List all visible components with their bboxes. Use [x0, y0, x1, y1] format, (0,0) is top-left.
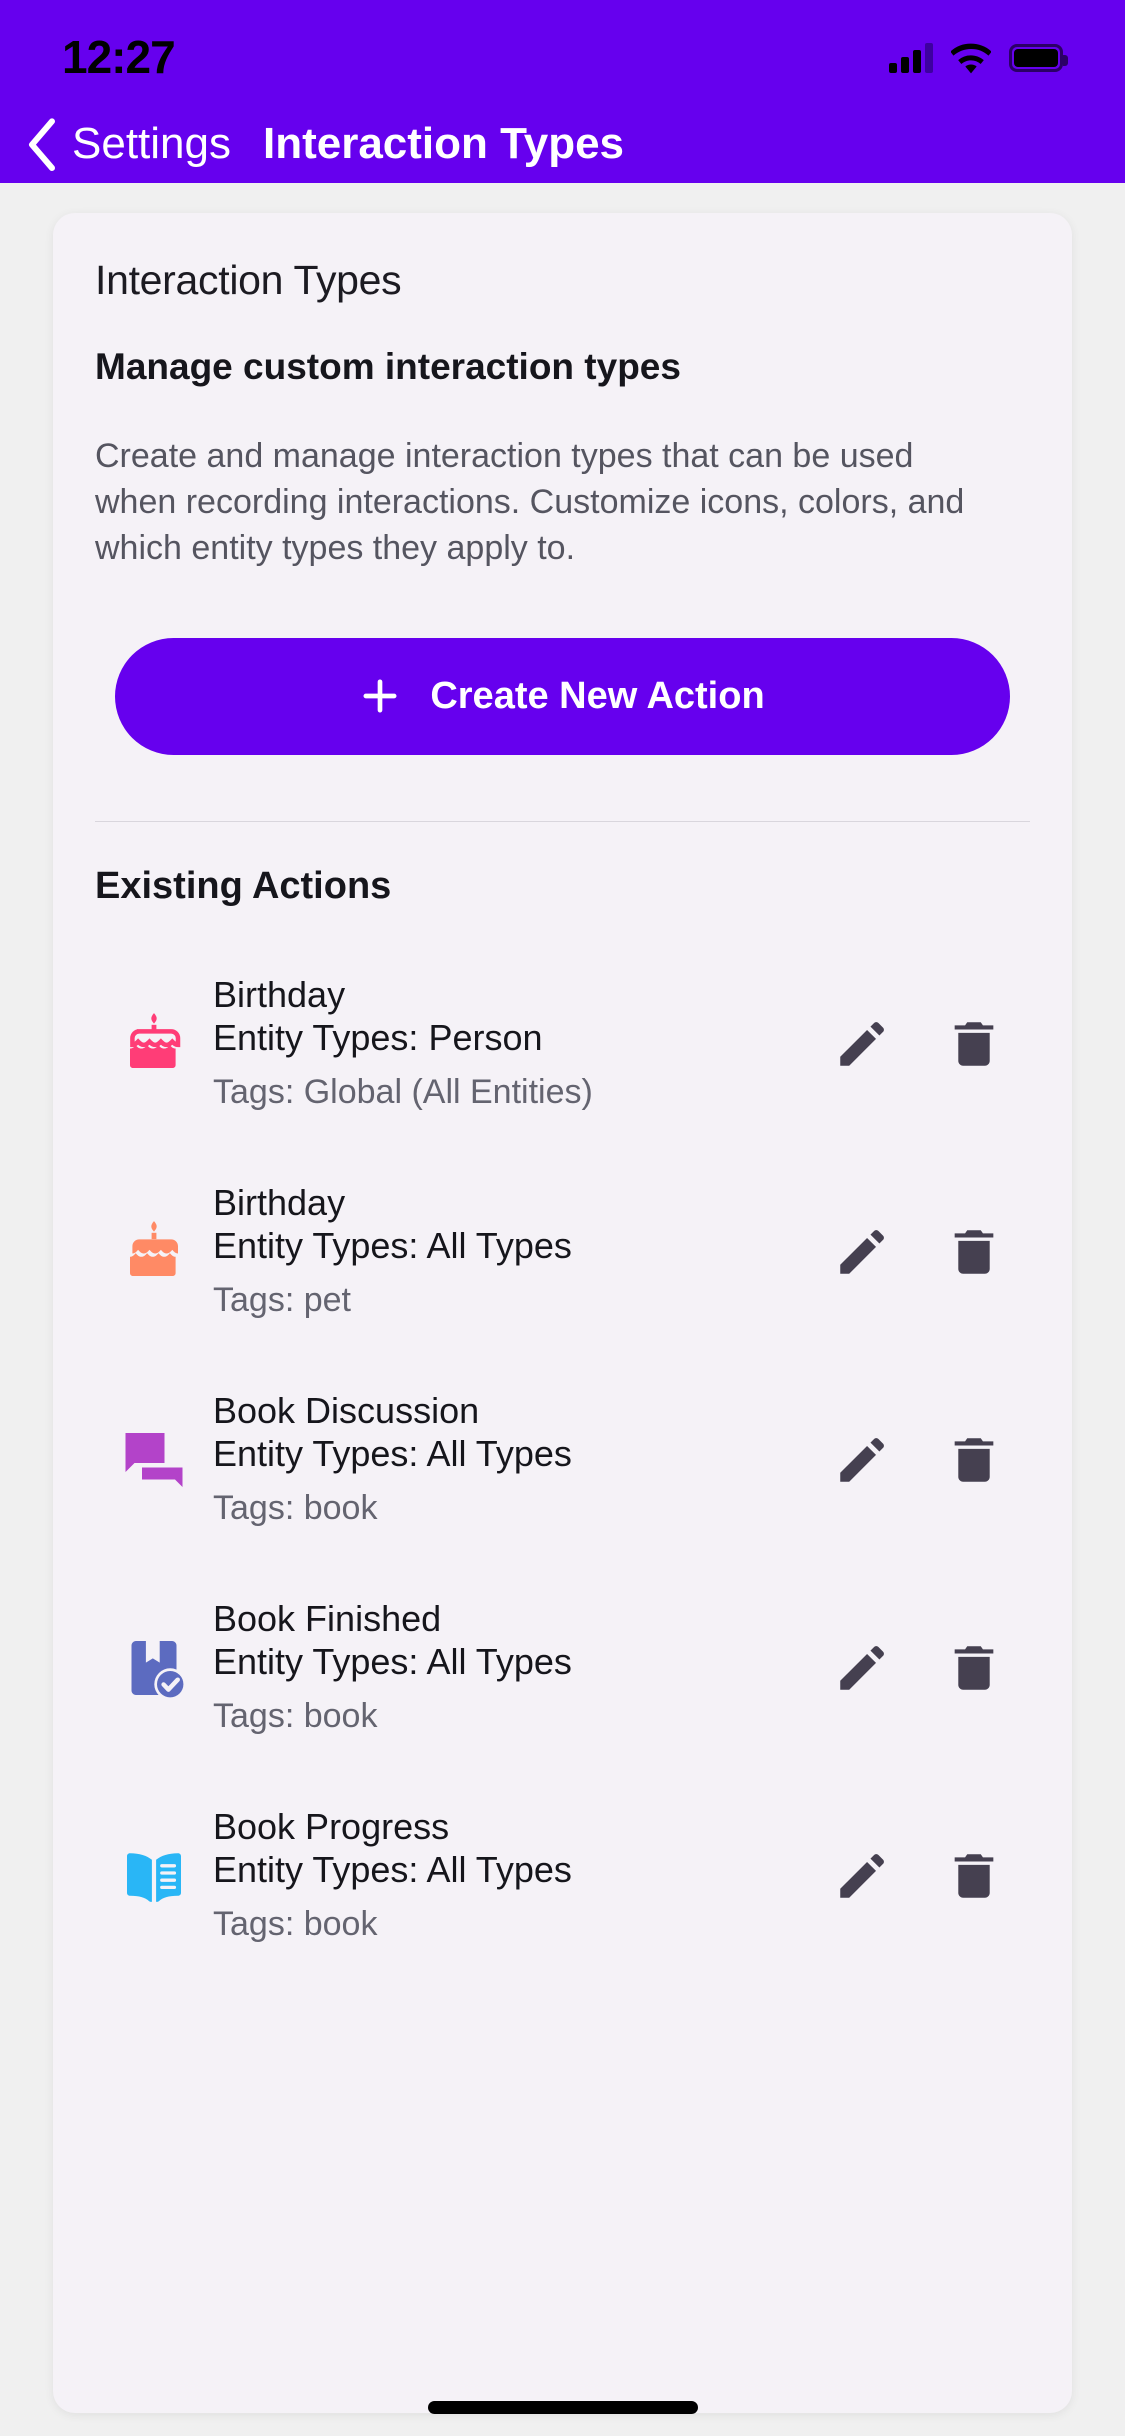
- trash-icon: [945, 1639, 1003, 1697]
- pencil-icon: [833, 1223, 891, 1281]
- action-tags: Tags: book: [213, 1489, 378, 1528]
- plus-icon: [360, 676, 400, 716]
- action-name: Book Finished: [213, 1598, 442, 1640]
- action-name: Birthday: [213, 974, 346, 1016]
- trash-icon: [945, 1223, 1003, 1281]
- status-bar-time: 12:27: [62, 31, 176, 83]
- action-entity-types: Entity Types: All Types: [213, 1224, 572, 1266]
- list-item-text: Book Finished Entity Types: All Types Ta…: [213, 1598, 806, 1737]
- action-tags: Tags: pet: [213, 1281, 351, 1320]
- navigation-bar: Settings Interaction Types: [0, 105, 1125, 183]
- edit-action-button[interactable]: [806, 1404, 918, 1516]
- status-bar: 12:27: [0, 0, 1125, 105]
- pencil-icon: [833, 1847, 891, 1905]
- action-tags: Tags: Global (All Entities): [213, 1073, 593, 1112]
- chevron-left-icon[interactable]: [22, 118, 62, 171]
- bookmark-check-icon: [95, 1632, 213, 1704]
- birthday-cake-icon: [95, 1008, 213, 1080]
- action-entity-types: Entity Types: All Types: [213, 1640, 572, 1682]
- action-name: Book Progress: [213, 1806, 450, 1848]
- delete-action-button[interactable]: [918, 1820, 1030, 1932]
- card-title: Interaction Types: [95, 257, 402, 303]
- create-new-action-label: Create New Action: [430, 674, 765, 717]
- list-item-actions: [806, 1612, 1030, 1724]
- action-entity-types: Entity Types: Person: [213, 1016, 543, 1058]
- home-indicator[interactable]: [427, 2401, 698, 2414]
- edit-action-button[interactable]: [806, 988, 918, 1100]
- birthday-cake-icon: [95, 1216, 213, 1288]
- status-bar-icons: [889, 38, 1068, 78]
- trash-icon: [945, 1015, 1003, 1073]
- list-item[interactable]: Book Discussion Entity Types: All Types …: [95, 1356, 1030, 1564]
- open-book-icon: [95, 1840, 213, 1912]
- trash-icon: [945, 1847, 1003, 1905]
- existing-actions-list: Birthday Entity Types: Person Tags: Glob…: [95, 940, 1030, 1980]
- create-new-action-button[interactable]: Create New Action: [115, 637, 1010, 755]
- list-item-actions: [806, 988, 1030, 1100]
- delete-action-button[interactable]: [918, 988, 1030, 1100]
- delete-action-button[interactable]: [918, 1404, 1030, 1516]
- list-item[interactable]: Book Progress Entity Types: All Types Ta…: [95, 1772, 1030, 1980]
- list-item[interactable]: Book Finished Entity Types: All Types Ta…: [95, 1564, 1030, 1772]
- list-item-actions: [806, 1404, 1030, 1516]
- pencil-icon: [833, 1015, 891, 1073]
- edit-action-button[interactable]: [806, 1612, 918, 1724]
- action-name: Book Discussion: [213, 1390, 480, 1432]
- list-item-text: Birthday Entity Types: All Types Tags: p…: [213, 1182, 806, 1321]
- action-entity-types: Entity Types: All Types: [213, 1432, 572, 1474]
- edit-action-button[interactable]: [806, 1196, 918, 1308]
- action-tags: Tags: book: [213, 1905, 378, 1944]
- action-name: Birthday: [213, 1182, 346, 1224]
- trash-icon: [945, 1431, 1003, 1489]
- phone-screen: 12:27 Settings Interaction Types Interac…: [0, 0, 1125, 2436]
- card-description: Create and manage interaction types that…: [95, 437, 965, 568]
- edit-action-button[interactable]: [806, 1820, 918, 1932]
- delete-action-button[interactable]: [918, 1196, 1030, 1308]
- delete-action-button[interactable]: [918, 1612, 1030, 1724]
- back-button-label[interactable]: Settings: [72, 119, 231, 169]
- action-entity-types: Entity Types: All Types: [213, 1848, 572, 1890]
- chat-bubbles-icon: [95, 1424, 213, 1496]
- list-item[interactable]: Birthday Entity Types: Person Tags: Glob…: [95, 940, 1030, 1148]
- interaction-types-card: Interaction Types Manage custom interact…: [53, 213, 1072, 2413]
- battery-full-icon: [1009, 44, 1068, 72]
- section-divider: [95, 820, 1030, 822]
- list-item-text: Book Progress Entity Types: All Types Ta…: [213, 1806, 806, 1945]
- pencil-icon: [833, 1639, 891, 1697]
- action-tags: Tags: book: [213, 1697, 378, 1736]
- cellular-signal-icon: [889, 43, 933, 73]
- list-item[interactable]: Birthday Entity Types: All Types Tags: p…: [95, 1148, 1030, 1356]
- card-subtitle: Manage custom interaction types: [95, 346, 681, 387]
- wifi-icon: [950, 43, 992, 74]
- list-item-actions: [806, 1196, 1030, 1308]
- list-item-text: Book Discussion Entity Types: All Types …: [213, 1390, 806, 1529]
- pencil-icon: [833, 1431, 891, 1489]
- existing-actions-heading: Existing Actions: [95, 864, 392, 907]
- page-title: Interaction Types: [262, 119, 625, 168]
- list-item-text: Birthday Entity Types: Person Tags: Glob…: [213, 974, 806, 1113]
- list-item-actions: [806, 1820, 1030, 1932]
